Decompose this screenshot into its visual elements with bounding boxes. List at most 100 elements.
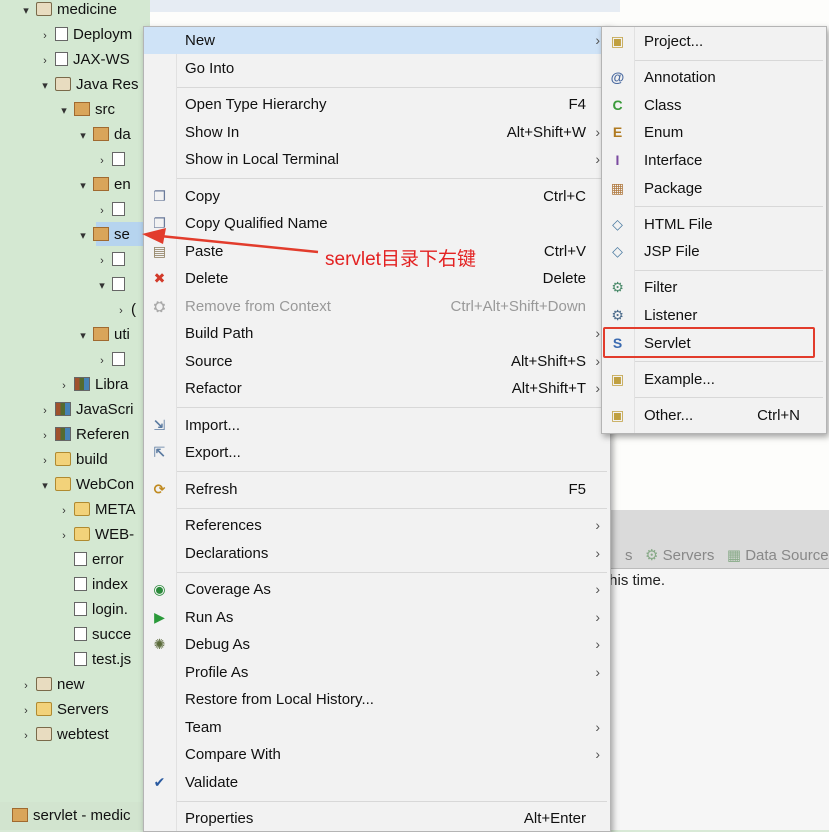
- tree-item[interactable]: ▾ Java Res: [39, 73, 138, 98]
- new-menu-item-other[interactable]: ▣ Other... Ctrl+N: [602, 402, 826, 429]
- collapse-arrow-icon[interactable]: ›: [20, 674, 32, 698]
- new-menu-item-jsp-file[interactable]: ◇ JSP File: [602, 238, 826, 265]
- expand-arrow-icon[interactable]: ▾: [39, 74, 51, 98]
- new-menu-item-example[interactable]: ▣ Example...: [602, 366, 826, 393]
- chevron-right-icon: ›: [595, 608, 600, 625]
- tree-item[interactable]: index: [58, 573, 128, 597]
- collapse-arrow-icon[interactable]: ›: [39, 24, 51, 48]
- menu-item-run-as[interactable]: ▶ Run As ›: [144, 604, 610, 631]
- menu-separator: [177, 507, 607, 509]
- menu-item-label: Go Into: [185, 59, 235, 77]
- tree-item[interactable]: › META: [58, 498, 135, 523]
- tree-item[interactable]: test.js: [58, 648, 131, 672]
- tree-item[interactable]: › Libra: [58, 373, 128, 397]
- tree-item[interactable]: › build: [39, 448, 108, 472]
- menu-item-declarations[interactable]: Declarations ›: [144, 540, 610, 567]
- menu-item-references[interactable]: References ›: [144, 512, 610, 539]
- tree-item[interactable]: ›: [96, 248, 130, 272]
- menu-item-import[interactable]: ⇲ Import...: [144, 412, 610, 439]
- expand-arrow-icon[interactable]: ▾: [77, 124, 89, 148]
- tree-item[interactable]: › Servers: [20, 698, 109, 722]
- collapse-arrow-icon[interactable]: ›: [39, 399, 51, 423]
- collapse-arrow-icon[interactable]: ›: [20, 724, 32, 748]
- tree-item[interactable]: ›: [96, 348, 130, 372]
- menu-item-refresh[interactable]: ⟳ Refresh F5: [144, 476, 610, 503]
- tree-item[interactable]: › JAX-WS: [39, 48, 130, 72]
- tree-item[interactable]: ▾ WebCon: [39, 473, 134, 497]
- new-menu-item-annotation[interactable]: @ Annotation: [602, 64, 826, 91]
- class-icon: C: [612, 96, 623, 113]
- menu-item-show-in-local-terminal[interactable]: Show in Local Terminal ›: [144, 146, 610, 173]
- menu-item-validate[interactable]: ✔ Validate: [144, 769, 610, 796]
- tree-item[interactable]: login.: [58, 598, 128, 622]
- new-menu-item-class[interactable]: C Class: [602, 92, 826, 119]
- collapse-arrow-icon[interactable]: ›: [58, 524, 70, 548]
- new-menu-item-package[interactable]: ▦ Package: [602, 175, 826, 202]
- menu-item-copy-qualified-name[interactable]: ❐ Copy Qualified Name: [144, 210, 610, 237]
- menu-item-show-in[interactable]: Show In Alt+Shift+W ›: [144, 119, 610, 146]
- menu-item-source[interactable]: Source Alt+Shift+S ›: [144, 348, 610, 375]
- menu-item-team[interactable]: Team ›: [144, 714, 610, 741]
- new-menu-item-interface[interactable]: I Interface: [602, 147, 826, 174]
- tree-item[interactable]: ▾ da: [77, 123, 131, 148]
- tree-item[interactable]: › JavaScri: [39, 398, 133, 423]
- expand-arrow-icon[interactable]: ▾: [96, 274, 108, 298]
- tab-servers[interactable]: Servers: [663, 547, 715, 564]
- tree-item[interactable]: › Referen: [39, 423, 129, 447]
- tree-item-label: da: [114, 126, 131, 143]
- menu-item-go-into[interactable]: Go Into: [144, 55, 610, 82]
- menu-item-debug-as[interactable]: ✺ Debug As ›: [144, 631, 610, 658]
- menu-item-open-type-hierarchy[interactable]: Open Type Hierarchy F4: [144, 91, 610, 118]
- collapse-arrow-icon[interactable]: ›: [58, 374, 70, 398]
- tree-item[interactable]: ▾: [96, 273, 130, 297]
- collapse-arrow-icon[interactable]: ›: [96, 149, 108, 173]
- tree-item[interactable]: ›: [96, 198, 130, 222]
- tree-item[interactable]: ›: [96, 148, 130, 172]
- collapse-arrow-icon[interactable]: ›: [58, 499, 70, 523]
- tree-item[interactable]: › Deploym: [39, 23, 132, 47]
- tree-item[interactable]: ▾ uti: [77, 323, 130, 347]
- tree-item[interactable]: error: [58, 548, 124, 572]
- menu-item-profile-as[interactable]: Profile As ›: [144, 659, 610, 686]
- tree-item[interactable]: › new: [20, 673, 84, 698]
- new-menu-item-html-file[interactable]: ◇ HTML File: [602, 211, 826, 238]
- tree-item[interactable]: ▾ en: [77, 173, 130, 198]
- menu-item-compare-with[interactable]: Compare With ›: [144, 741, 610, 768]
- new-menu-item-filter[interactable]: ⚙ Filter: [602, 274, 826, 301]
- expand-arrow-icon[interactable]: ▾: [58, 99, 70, 123]
- menu-item-coverage-as[interactable]: ◉ Coverage As ›: [144, 576, 610, 603]
- collapse-arrow-icon[interactable]: ›: [96, 349, 108, 373]
- collapse-arrow-icon[interactable]: ›: [115, 299, 127, 323]
- tab-data-source[interactable]: Data Source: [745, 547, 828, 564]
- new-menu-item-listener[interactable]: ⚙ Listener: [602, 302, 826, 329]
- tree-item[interactable]: ▾ medicine: [20, 0, 117, 22]
- tree-item[interactable]: ▾ src: [58, 98, 115, 122]
- collapse-arrow-icon[interactable]: ›: [39, 49, 51, 73]
- menu-item-copy[interactable]: ❐ Copy Ctrl+C: [144, 183, 610, 210]
- tree-item[interactable]: › WEB-: [58, 523, 134, 547]
- expand-arrow-icon[interactable]: ▾: [77, 174, 89, 198]
- menu-item-build-path[interactable]: Build Path ›: [144, 320, 610, 347]
- menu-item-properties[interactable]: Properties Alt+Enter: [144, 805, 610, 832]
- tab-truncated[interactable]: s: [625, 547, 633, 564]
- tree-item[interactable]: ›(: [115, 298, 136, 322]
- menu-item-refactor[interactable]: Refactor Alt+Shift+T ›: [144, 375, 610, 402]
- collapse-arrow-icon[interactable]: ›: [96, 199, 108, 223]
- collapse-arrow-icon[interactable]: ›: [39, 424, 51, 448]
- tree-item[interactable]: succe: [58, 623, 131, 647]
- expand-arrow-icon[interactable]: ▾: [77, 224, 89, 248]
- expand-arrow-icon[interactable]: ▾: [77, 324, 89, 348]
- expand-arrow-icon[interactable]: ▾: [20, 0, 32, 23]
- menu-item-export[interactable]: ⇱ Export...: [144, 439, 610, 466]
- expand-arrow-icon[interactable]: ▾: [39, 474, 51, 498]
- new-menu-item-enum[interactable]: E Enum: [602, 119, 826, 146]
- new-menu-item-project[interactable]: ▣ Project...: [602, 28, 826, 55]
- collapse-arrow-icon[interactable]: ›: [39, 449, 51, 473]
- tree-item[interactable]: ▾ se: [77, 223, 130, 247]
- menu-item-new[interactable]: New ›: [144, 27, 610, 54]
- tree-item[interactable]: › webtest: [20, 723, 109, 747]
- menu-item-restore-from-local-history[interactable]: Restore from Local History...: [144, 686, 610, 713]
- bottom-tabs[interactable]: s ⚙ Servers ▦ Data Source: [625, 546, 829, 564]
- collapse-arrow-icon[interactable]: ›: [20, 699, 32, 723]
- collapse-arrow-icon[interactable]: ›: [96, 249, 108, 273]
